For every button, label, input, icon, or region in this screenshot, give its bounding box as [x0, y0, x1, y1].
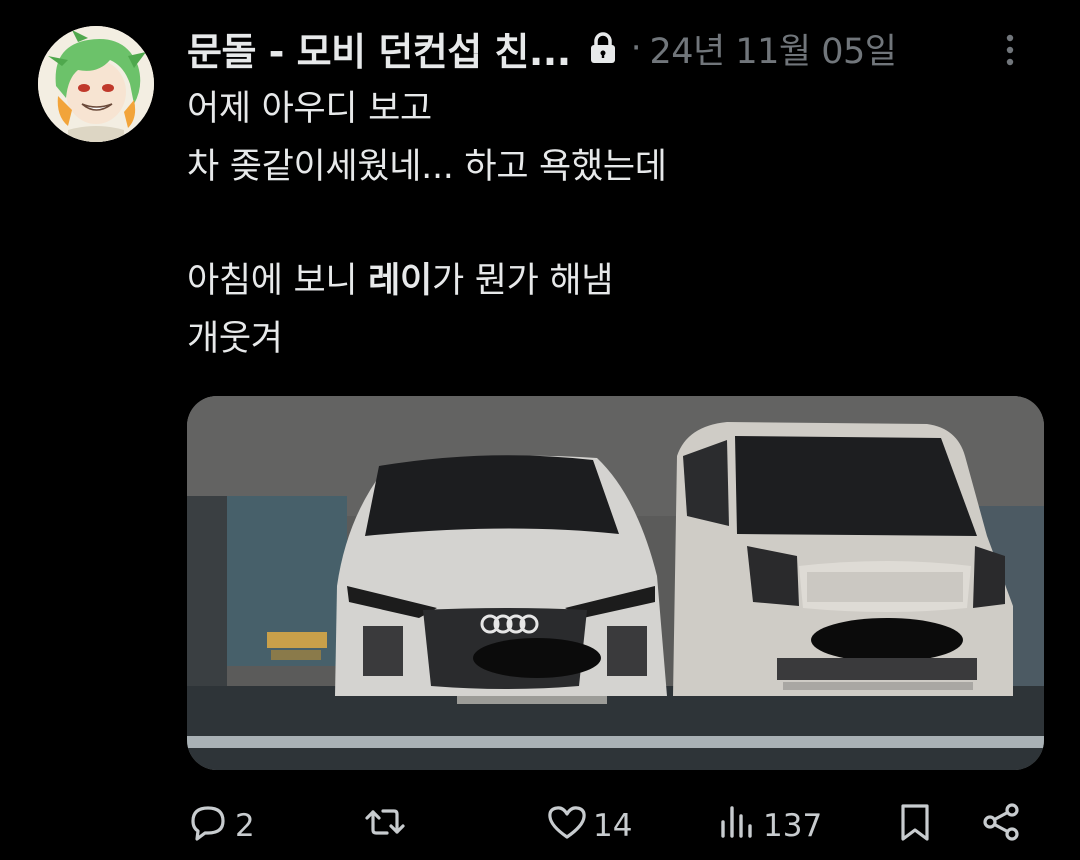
tweet-line: 개웃겨 — [187, 319, 283, 359]
bookmark-button[interactable] — [893, 798, 937, 854]
tweet-text-part: 아침에 보니 — [187, 261, 369, 301]
lock-icon — [589, 32, 617, 64]
separator: · — [630, 28, 642, 68]
audi-car — [335, 455, 667, 704]
timestamp[interactable]: 24년 11월 05일 — [650, 23, 897, 74]
retweet-button[interactable] — [363, 798, 411, 854]
more-icon[interactable] — [1000, 30, 1020, 70]
tweet-text: 어제 아우디 보고 차 좆같이세웠네... 하고 욕했는데 아침에 보니 레이가… — [187, 80, 1047, 368]
tweet-line: 아침에 보니 레이가 뭔가 해냄 — [187, 252, 1047, 310]
views-icon — [715, 800, 759, 852]
bookmark-icon — [893, 800, 937, 852]
view-count: 137 — [763, 808, 823, 844]
views-button[interactable]: 137 — [715, 798, 822, 854]
like-icon — [545, 800, 589, 852]
reply-icon — [187, 800, 231, 852]
share-icon — [979, 800, 1023, 852]
like-button[interactable]: 14 — [545, 798, 632, 854]
retweet-icon — [363, 800, 407, 852]
display-name[interactable]: 문돌 - 모비 던컨섭 친... — [187, 21, 571, 76]
tweet-actions: 2 14 137 — [187, 798, 1047, 854]
tweet-header: 문돌 - 모비 던컨섭 친... · 24년 11월 05일 — [187, 20, 1060, 76]
ray-car — [673, 422, 1013, 696]
tweet-text-bold: 레이 — [368, 261, 432, 301]
tweet-line: 차 좆같이세웠네... 하고 욕했는데 — [187, 147, 667, 187]
tweet-text-part: 가 뭔가 해냄 — [431, 261, 614, 301]
reply-button[interactable]: 2 — [187, 798, 255, 854]
avatar[interactable] — [38, 26, 154, 142]
share-button[interactable] — [979, 798, 1023, 854]
tweet-photo[interactable] — [187, 396, 1044, 770]
tweet: 문돌 - 모비 던컨섭 친... · 24년 11월 05일 어제 아우디 보고… — [0, 0, 1080, 860]
reply-count: 2 — [235, 808, 255, 844]
like-count: 14 — [593, 808, 633, 844]
tweet-line: 어제 아우디 보고 — [187, 89, 432, 129]
